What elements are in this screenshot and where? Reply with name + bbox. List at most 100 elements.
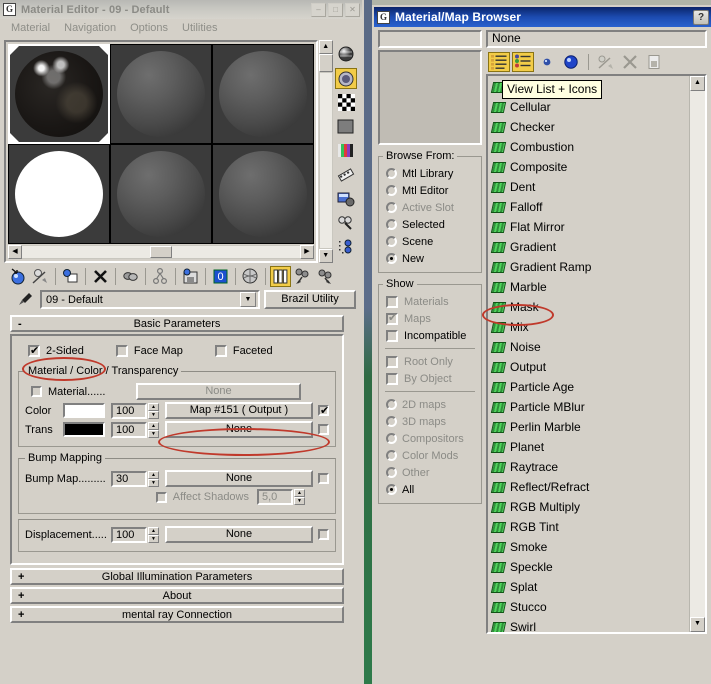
color-swatch[interactable] xyxy=(63,403,105,418)
list-item[interactable]: Particle Age xyxy=(488,377,689,397)
material-editor-titlebar[interactable]: G Material Editor - 09 - Default – □ ✕ xyxy=(0,0,362,19)
displacement-amount-field[interactable]: 100 xyxy=(111,526,147,543)
rollout-basic-parameters-header[interactable]: - Basic Parameters xyxy=(10,315,344,332)
list-scroll-track[interactable] xyxy=(690,91,705,617)
background-checker-icon[interactable] xyxy=(335,92,357,113)
rollout-about-header[interactable]: + About xyxy=(10,587,344,604)
slots-vertical-scrollbar[interactable]: ▲ ▼ xyxy=(319,40,333,263)
list-scroll-up-button[interactable]: ▲ xyxy=(690,76,705,91)
list-item[interactable]: Mask xyxy=(488,297,689,317)
spinner-up[interactable]: ▲ xyxy=(148,526,159,535)
faceted-checkbox[interactable] xyxy=(214,345,227,357)
list-item[interactable]: Particle MBlur xyxy=(488,397,689,417)
rollout-mental-ray-connection-header[interactable]: + mental ray Connection xyxy=(10,606,344,623)
list-item[interactable]: Falloff xyxy=(488,197,689,217)
list-item[interactable]: Raytrace xyxy=(488,457,689,477)
list-item[interactable]: Mix xyxy=(488,317,689,337)
spinner-down[interactable]: ▼ xyxy=(148,534,159,543)
sample-type-sphere-icon[interactable] xyxy=(335,44,357,65)
update-scene-materials-icon[interactable] xyxy=(595,52,617,72)
radio-all[interactable]: All xyxy=(383,481,477,498)
list-item[interactable]: Cellular xyxy=(488,97,689,117)
list-item-output[interactable]: Output xyxy=(488,357,689,377)
vscroll-track[interactable] xyxy=(319,72,333,249)
list-item[interactable]: Gradient xyxy=(488,237,689,257)
material-effects-channel-button[interactable]: 0 xyxy=(210,266,231,287)
maximize-button[interactable]: □ xyxy=(328,2,343,17)
sample-slot-5[interactable] xyxy=(212,144,314,244)
select-by-material-icon[interactable] xyxy=(335,212,357,233)
get-material-icon[interactable] xyxy=(8,266,29,287)
list-item[interactable]: RGB Multiply xyxy=(488,497,689,517)
trans-map-button[interactable]: None xyxy=(165,421,313,438)
video-color-check-icon[interactable] xyxy=(335,140,357,161)
browser-titlebar[interactable]: G Material/Map Browser ? xyxy=(374,7,711,27)
radio-active-slot[interactable]: Active Slot xyxy=(383,199,477,216)
minimize-button[interactable]: – xyxy=(311,2,326,17)
list-vertical-scrollbar[interactable]: ▲ ▼ xyxy=(689,76,705,632)
view-list-plus-icons-icon[interactable] xyxy=(512,52,534,72)
material-effects-channel-icon[interactable] xyxy=(335,236,357,257)
spinner-down[interactable]: ▼ xyxy=(148,410,159,419)
displacement-map-enable-checkbox[interactable] xyxy=(318,529,329,540)
color-amount-field[interactable]: 100 xyxy=(111,402,147,419)
delete-from-library-icon[interactable] xyxy=(619,52,641,72)
menu-material[interactable]: Material xyxy=(4,21,57,35)
help-button[interactable]: ? xyxy=(693,9,709,25)
reset-map-material-icon[interactable] xyxy=(90,266,111,287)
hscroll-track[interactable] xyxy=(22,245,300,259)
bump-map-enable-checkbox[interactable] xyxy=(318,473,329,484)
brazil-utility-button[interactable]: Brazil Utility xyxy=(264,290,356,309)
bump-amount-field[interactable]: 30 xyxy=(111,470,147,487)
list-item[interactable]: Smoke xyxy=(488,537,689,557)
vscroll-thumb[interactable] xyxy=(319,54,333,72)
trans-map-enable-checkbox[interactable] xyxy=(318,424,329,435)
checkbox-materials[interactable]: Materials xyxy=(383,293,477,310)
list-item[interactable]: Composite xyxy=(488,157,689,177)
radio-mtl-editor[interactable]: Mtl Editor xyxy=(383,182,477,199)
checkbox-incompatible[interactable]: Incompatible xyxy=(383,327,477,344)
trans-amount-field[interactable]: 100 xyxy=(111,421,147,438)
radio-3d-maps[interactable]: 3D maps xyxy=(383,413,477,430)
scroll-down-button[interactable]: ▼ xyxy=(319,249,333,263)
face-map-checkbox[interactable] xyxy=(115,345,128,357)
spinner-up[interactable]: ▲ xyxy=(148,421,159,430)
spinner-up[interactable]: ▲ xyxy=(294,489,305,497)
color-map-button[interactable]: Map #151 ( Output ) xyxy=(165,402,313,419)
assign-material-to-selection-icon[interactable] xyxy=(60,266,81,287)
menu-utilities[interactable]: Utilities xyxy=(175,21,224,35)
make-unique-icon[interactable] xyxy=(150,266,171,287)
slots-horizontal-scrollbar[interactable]: ◀ ▶ xyxy=(8,245,314,259)
spinner-down[interactable]: ▼ xyxy=(148,478,159,487)
bump-amount-spinner[interactable]: ▲ ▼ xyxy=(148,470,159,487)
checkbox-root-only[interactable]: Root Only xyxy=(383,353,477,370)
list-item[interactable]: Stucco xyxy=(488,597,689,617)
checkbox-maps[interactable]: Maps xyxy=(383,310,477,327)
clear-material-library-icon[interactable] xyxy=(643,52,665,72)
radio-selected[interactable]: Selected xyxy=(383,216,477,233)
hscroll-thumb[interactable] xyxy=(149,246,172,258)
list-item[interactable]: Checker xyxy=(488,117,689,137)
list-item[interactable]: Flat Mirror xyxy=(488,217,689,237)
scroll-up-button[interactable]: ▲ xyxy=(319,40,333,54)
spinner-down[interactable]: ▼ xyxy=(294,497,305,505)
material-map-button[interactable]: None xyxy=(136,383,301,400)
go-forward-to-sibling-icon[interactable] xyxy=(314,266,335,287)
eyedropper-icon[interactable] xyxy=(14,291,36,309)
make-material-copy-icon[interactable] xyxy=(120,266,141,287)
trans-amount-spinner[interactable]: ▲ ▼ xyxy=(148,421,159,438)
radio-compositors[interactable]: Compositors xyxy=(383,430,477,447)
chevron-down-icon[interactable]: ▼ xyxy=(240,292,256,307)
radio-mtl-library[interactable]: Mtl Library xyxy=(383,165,477,182)
backlight-icon[interactable] xyxy=(335,68,358,89)
scroll-left-button[interactable]: ◀ xyxy=(8,245,22,259)
view-small-icons-icon[interactable] xyxy=(536,52,558,72)
map-type-list[interactable]: Bitmap Cellular Checker Combustion Compo… xyxy=(486,74,707,634)
radio-color-mods[interactable]: Color Mods xyxy=(383,447,477,464)
list-item[interactable]: Dent xyxy=(488,177,689,197)
affect-shadows-checkbox[interactable] xyxy=(155,491,167,503)
list-item[interactable]: Planet xyxy=(488,437,689,457)
radio-other[interactable]: Other xyxy=(383,464,477,481)
radio-new[interactable]: New xyxy=(383,250,477,267)
sample-slot-0[interactable] xyxy=(8,44,110,144)
